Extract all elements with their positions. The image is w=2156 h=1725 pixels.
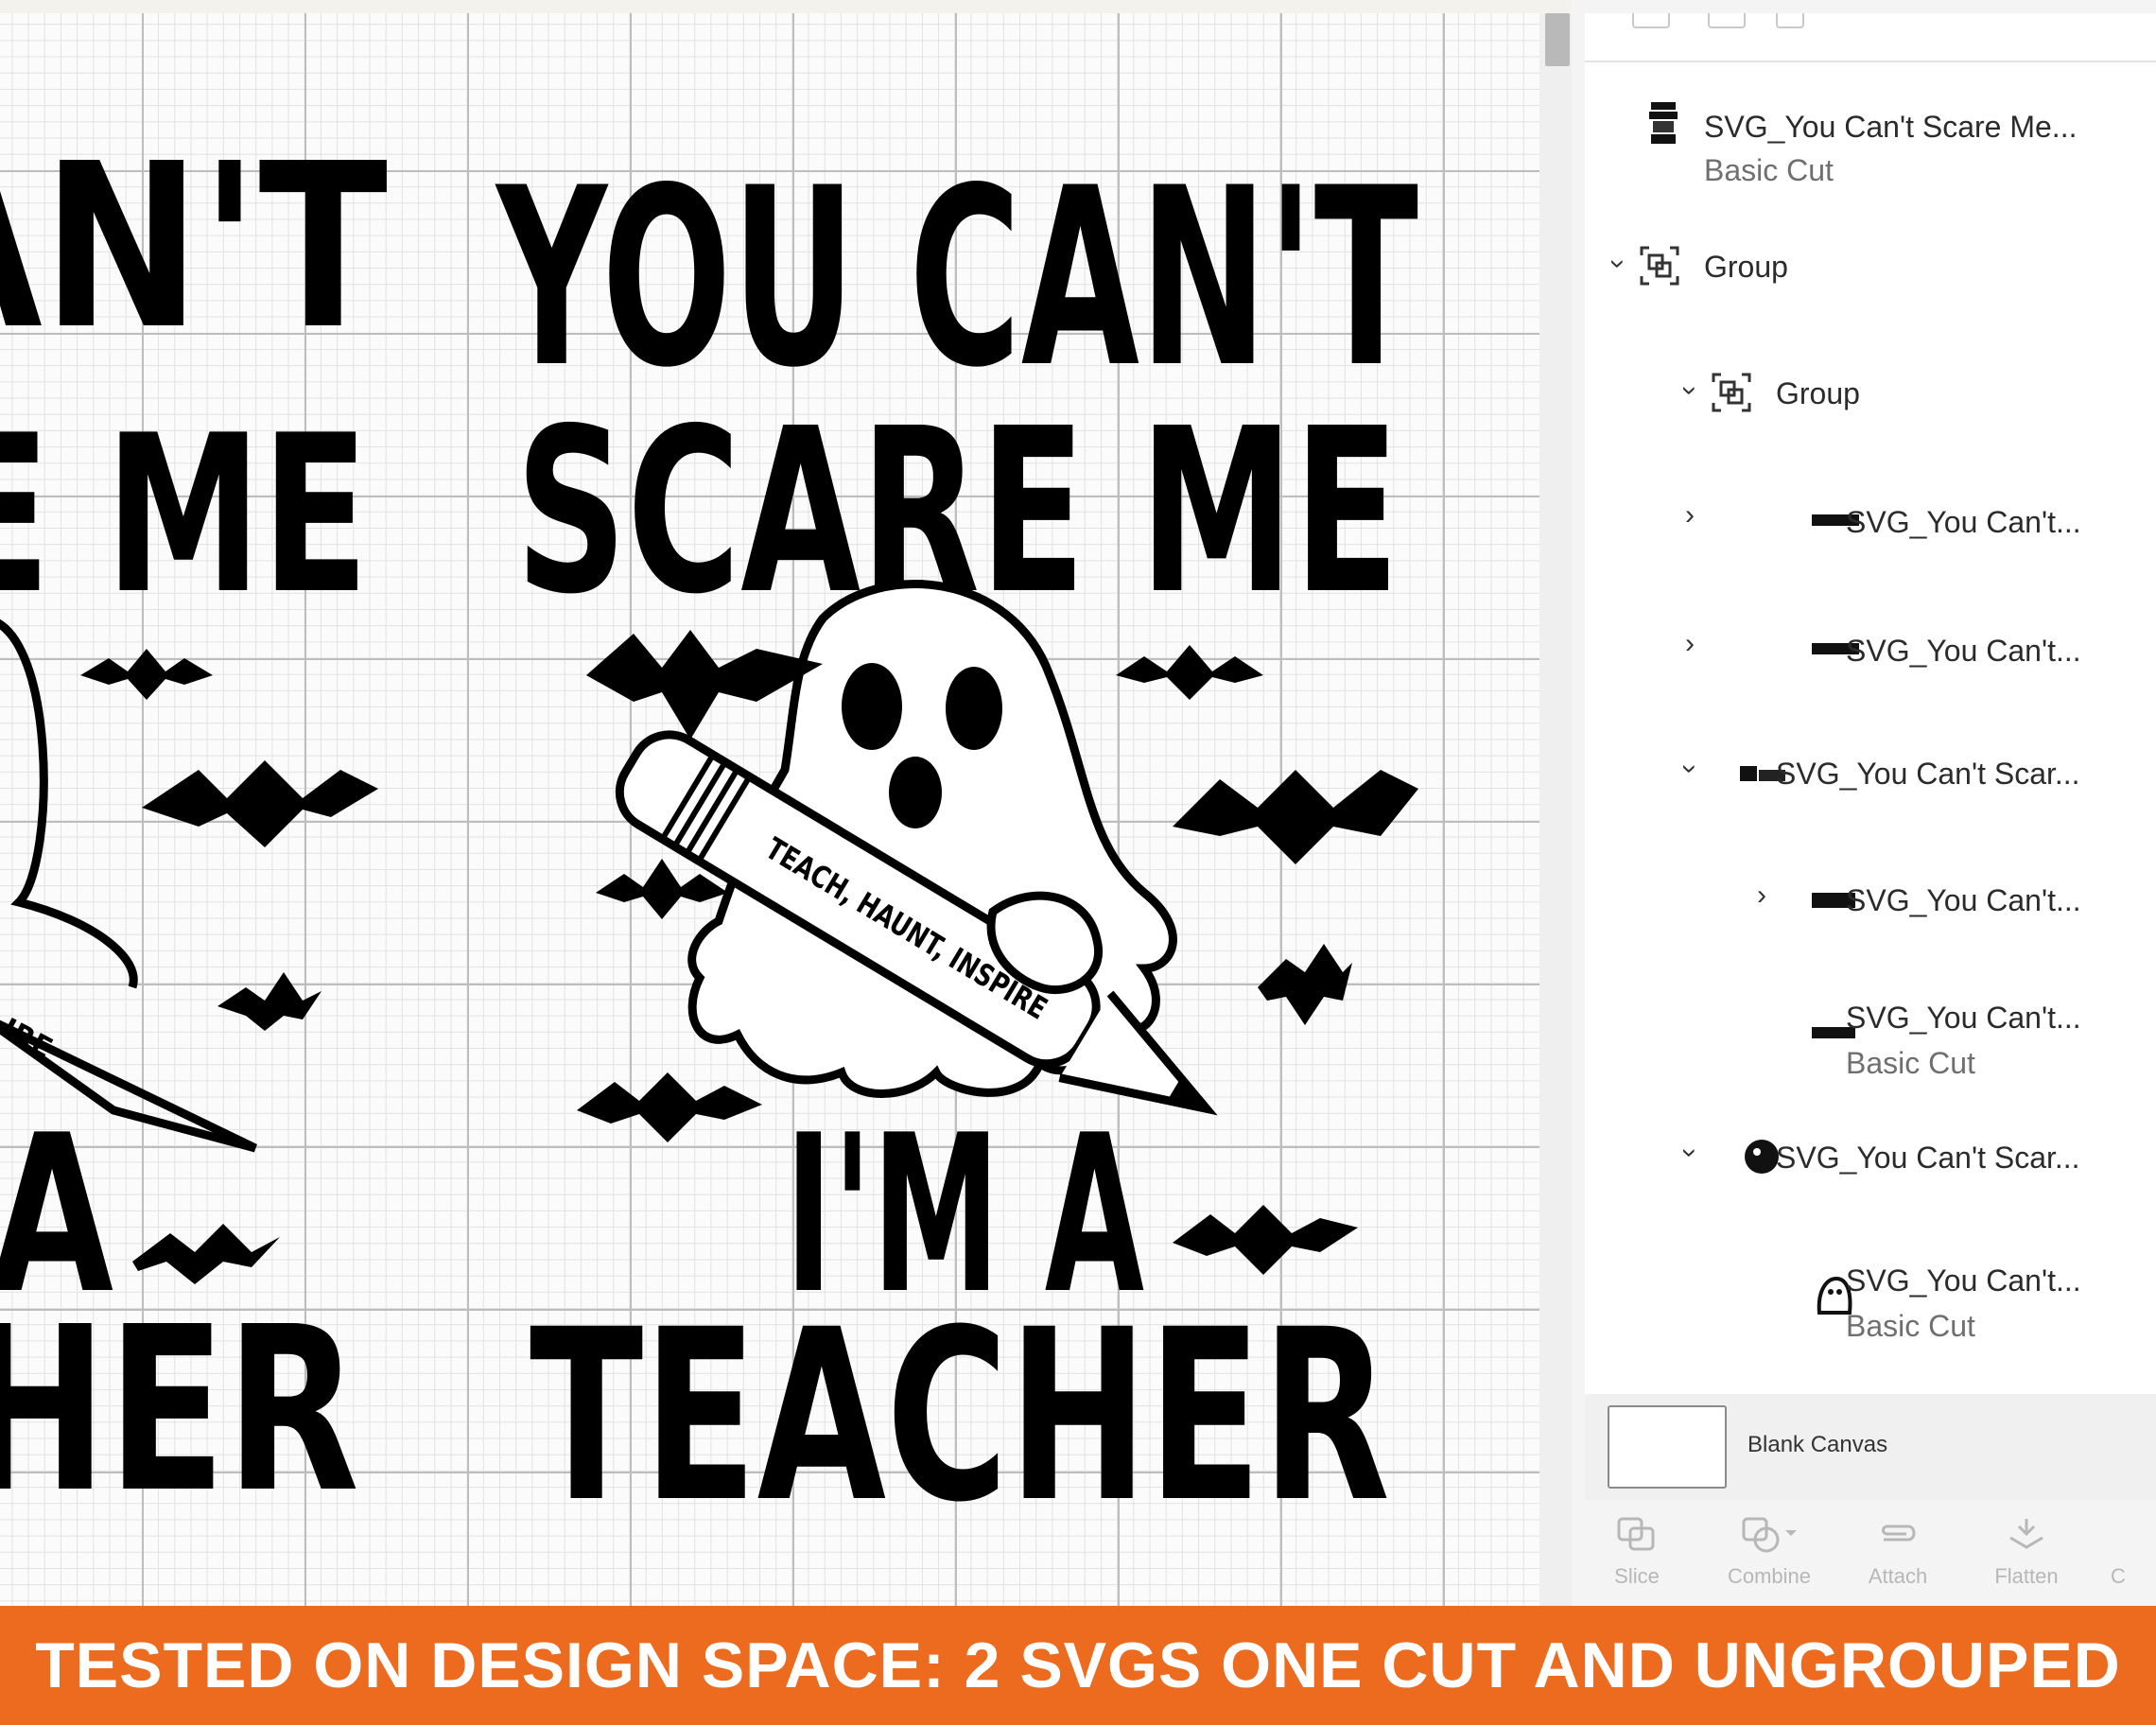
contour-icon [2114, 1515, 2152, 1553]
combine-icon [1742, 1517, 1797, 1553]
group-icon [1712, 373, 1751, 412]
group-icon [1640, 246, 1679, 286]
attach-label: Attach [1868, 1564, 1928, 1588]
layer-row[interactable]: › SVG_You Can't Scar... [1585, 1129, 2156, 1186]
design-line-4: TEACHER [530, 1279, 1390, 1554]
attach-button[interactable]: Attach [1846, 1515, 1950, 1589]
layers-panel: SVG_You Can't Scare Me... Basic Cut › Gr… [1572, 0, 2156, 1606]
layer-row[interactable]: SVG_You Can't... Basic Cut [1585, 1239, 2156, 1343]
left-design-copy: AN'T E ME A HER IRE [0, 114, 388, 1542]
attach-icon [1882, 1525, 1916, 1542]
layer-row-group[interactable]: › Group [1585, 367, 2156, 424]
bat-icon [1173, 770, 1418, 864]
bat-icon [217, 972, 322, 1031]
design-canvas[interactable]: AN'T E ME A HER IRE YOU CAN'T SCARE ME [0, 13, 1539, 1606]
layer-row[interactable]: › SVG_You Can't... [1585, 492, 2156, 549]
layer-name: Group [1704, 250, 1788, 284]
combine-button[interactable]: Combine [1717, 1515, 1821, 1589]
design-artwork: AN'T E ME A HER IRE YOU CAN'T SCARE ME [0, 114, 1419, 1554]
chevron-down-icon[interactable]: › [1674, 376, 1706, 405]
layer-name: SVG_You Can't Scare Me... [1704, 110, 2078, 144]
bat-icon [577, 1072, 762, 1142]
ghost-eye-left [842, 663, 902, 750]
layer-row[interactable]: › SVG_You Can't... [1585, 872, 2156, 929]
chevron-down-icon[interactable]: › [1674, 755, 1706, 783]
bat-icon [1258, 944, 1352, 1025]
blank-canvas-swatch[interactable] [1608, 1405, 1727, 1489]
bat-icon [1173, 1205, 1358, 1275]
layer-row[interactable]: SVG_You Can't Scare Me... Basic Cut [1585, 70, 2156, 187]
layer-name: SVG_You Can't... [1846, 505, 2081, 539]
layer-row[interactable]: SVG_You Can't... Basic Cut [1585, 974, 2156, 1080]
layer-name: SVG_You Can't... [1846, 634, 2081, 668]
main-design: YOU CAN'T SCARE ME TEACH, HAUNT, INSPIRE [494, 136, 1418, 1554]
layer-name: Group [1776, 376, 1860, 410]
left-line-4: HER [0, 1278, 359, 1542]
layer-row[interactable]: › SVG_You Can't Scar... [1585, 745, 2156, 802]
banner-text: TESTED ON DESIGN SPACE: 2 SVGS ONE CUT A… [35, 1629, 2121, 1701]
contour-button[interactable]: C [2111, 1515, 2156, 1589]
contour-label: C [2111, 1564, 2126, 1588]
blank-canvas-label: Blank Canvas [1747, 1432, 1888, 1457]
bat-icon [80, 649, 213, 700]
layer-row-group[interactable]: › Group [1585, 240, 2156, 297]
canvas-scrollbar[interactable] [1539, 13, 1572, 1606]
slice-button[interactable]: Slice [1585, 1515, 1689, 1589]
combine-label: Combine [1727, 1564, 1812, 1588]
slice-label: Slice [1614, 1564, 1660, 1588]
ghost-mouth [889, 757, 942, 828]
layers-list[interactable]: SVG_You Can't Scare Me... Basic Cut › Gr… [1585, 13, 2156, 1394]
layer-name: SVG_You Can't Scar... [1776, 1141, 2080, 1175]
chevron-right-icon[interactable]: › [1676, 628, 1704, 660]
delete-tool-icon[interactable] [1776, 13, 1804, 28]
layer-name: SVG_You Can't... [1846, 1263, 2081, 1298]
layer-operation: Basic Cut [1704, 153, 1834, 187]
chevron-down-icon[interactable]: › [1602, 250, 1634, 278]
flatten-button[interactable]: Flatten [1974, 1515, 2078, 1589]
group-tool-icon[interactable] [1632, 13, 1670, 28]
bottom-toolbar: Slice Combine Attach Flatten C [1585, 1500, 2156, 1606]
slice-icon [1617, 1517, 1655, 1551]
left-line-2: E ME [0, 390, 369, 642]
chevron-right-icon[interactable]: › [1747, 880, 1776, 912]
canvas-scroll-thumb[interactable] [1545, 13, 1570, 66]
chevron-right-icon[interactable]: › [1676, 499, 1704, 531]
layer-name: SVG_You Can't... [1846, 1001, 2081, 1035]
layer-name: SVG_You Can't... [1846, 883, 2081, 917]
ghost-eye-right [946, 667, 1002, 750]
flatten-icon [2009, 1519, 2043, 1549]
layer-operation: Basic Cut [1846, 1046, 1975, 1080]
bat-icon [142, 760, 378, 847]
bat-icon [1116, 645, 1263, 700]
panel-top-icons [1585, 13, 2156, 62]
blank-canvas-row[interactable]: Blank Canvas [1585, 1394, 2156, 1500]
layer-row[interactable]: › SVG_You Can't... [1585, 620, 2156, 677]
chevron-down-icon[interactable]: › [1674, 1139, 1706, 1167]
promo-banner: TESTED ON DESIGN SPACE: 2 SVGS ONE CUT A… [0, 1606, 2156, 1725]
duplicate-tool-icon[interactable] [1708, 13, 1746, 28]
layer-thumbnail [1649, 102, 1678, 144]
left-line-1: AN'T [0, 114, 388, 379]
layer-name: SVG_You Can't Scar... [1776, 757, 2080, 791]
left-pencil-text: IRE [0, 1012, 58, 1066]
layer-operation: Basic Cut [1846, 1309, 1975, 1343]
flatten-label: Flatten [1994, 1564, 2059, 1588]
bat-icon [132, 1224, 280, 1284]
